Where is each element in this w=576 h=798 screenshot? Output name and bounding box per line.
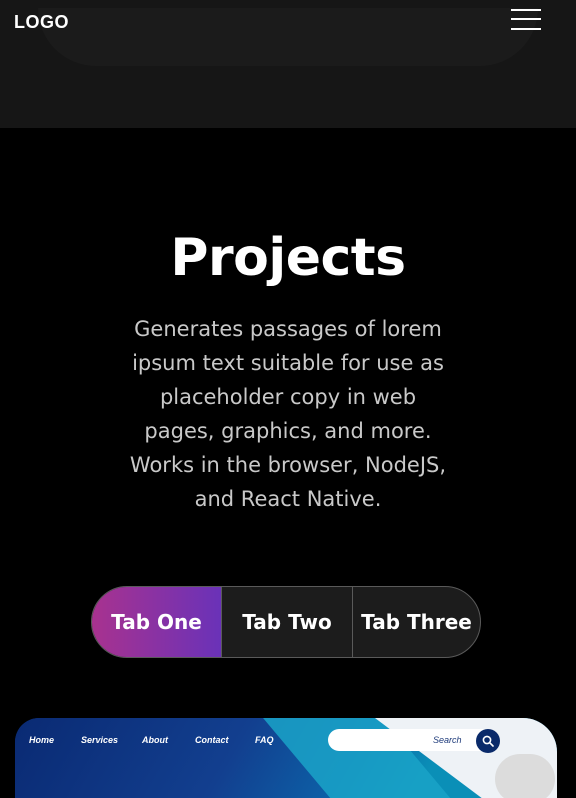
preview-nav-contact[interactable]: Contact <box>195 735 229 745</box>
menu-line <box>511 9 541 11</box>
tab-two[interactable]: Tab Two <box>221 587 352 657</box>
preview-search-label: Search <box>433 735 462 745</box>
project-preview-card[interactable]: Home Services About Contact FAQ Search <box>15 718 557 798</box>
preview-image <box>495 754 555 798</box>
preview-nav-home[interactable]: Home <box>29 735 54 745</box>
search-icon[interactable] <box>476 729 500 753</box>
tab-one[interactable]: Tab One <box>92 587 221 657</box>
menu-line <box>511 18 541 20</box>
logo[interactable]: LOGO <box>14 12 69 33</box>
header-shadow <box>38 8 538 66</box>
menu-line <box>511 28 541 30</box>
section-description: Generates passages of lorem ipsum text s… <box>129 317 447 511</box>
preview-nav-about[interactable]: About <box>142 735 168 745</box>
hamburger-menu-icon[interactable] <box>508 8 544 32</box>
tab-group: Tab One Tab Two Tab Three <box>91 586 481 658</box>
top-header: LOGO <box>0 0 576 128</box>
preview-nav-faq[interactable]: FAQ <box>255 735 274 745</box>
tab-three[interactable]: Tab Three <box>352 587 480 657</box>
preview-search-input[interactable] <box>328 729 498 751</box>
section-title: Projects <box>170 228 406 288</box>
preview-nav-services[interactable]: Services <box>81 735 118 745</box>
search-glyph <box>482 735 494 747</box>
